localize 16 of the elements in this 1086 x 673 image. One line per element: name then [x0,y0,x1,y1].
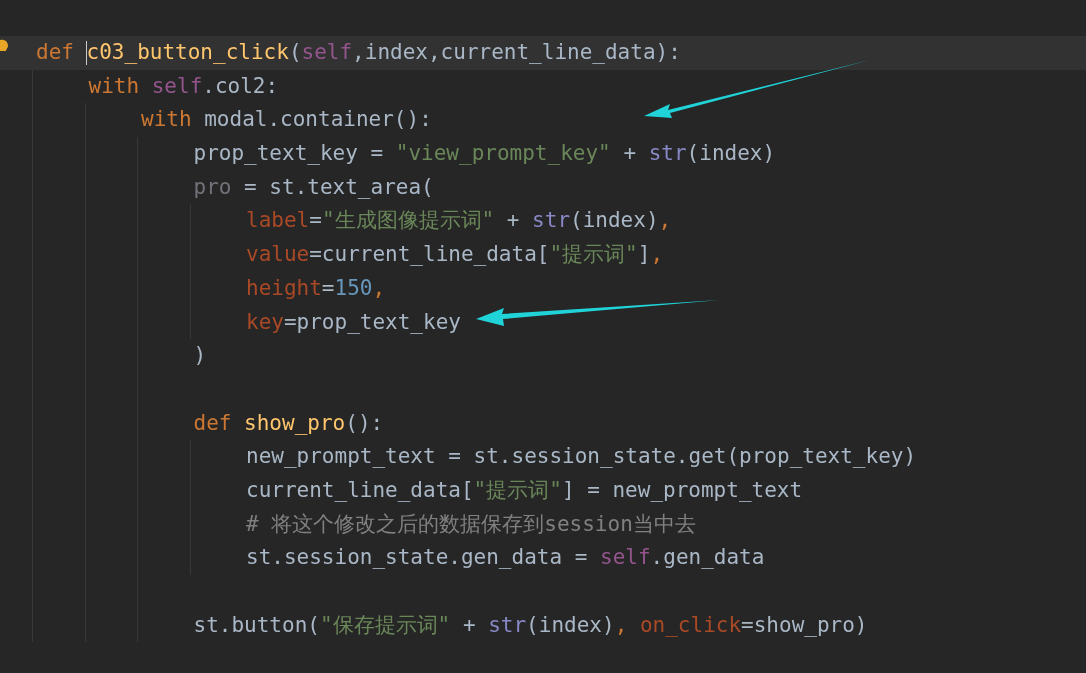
code-line: current_line_data["提示词"] = new_prompt_text [246,477,803,502]
code-line: label="生成图像提示词" + str(index), [246,208,672,233]
code-line: pro = st.text_area( [193,174,434,199]
code-line: with self.col2: [88,73,279,98]
code-line: prop_text_key = "view_prompt_key" + str(index) [193,141,776,166]
code-line: st.button("保存提示词" + str(index), on_click=show_pro) [193,612,868,637]
code-line: # 将这个修改之后的数据保存到session当中去 [246,511,696,536]
code-line: key=prop_text_key [246,309,461,334]
code-line: def show_pro(): [193,410,384,435]
code-line: new_prompt_text = st.session_state.get(prop_text_key) [246,444,917,469]
code-line: ) [193,343,207,368]
code-line: st.session_state.gen_data = self.gen_data [246,545,765,570]
code-line: with modal.container(): [141,107,432,132]
code-line: height=150, [246,275,386,300]
code-line: value=current_line_data["提示词"], [246,242,664,267]
code-line: def c03_button_click(self,index,current_line_data): [36,40,681,64]
